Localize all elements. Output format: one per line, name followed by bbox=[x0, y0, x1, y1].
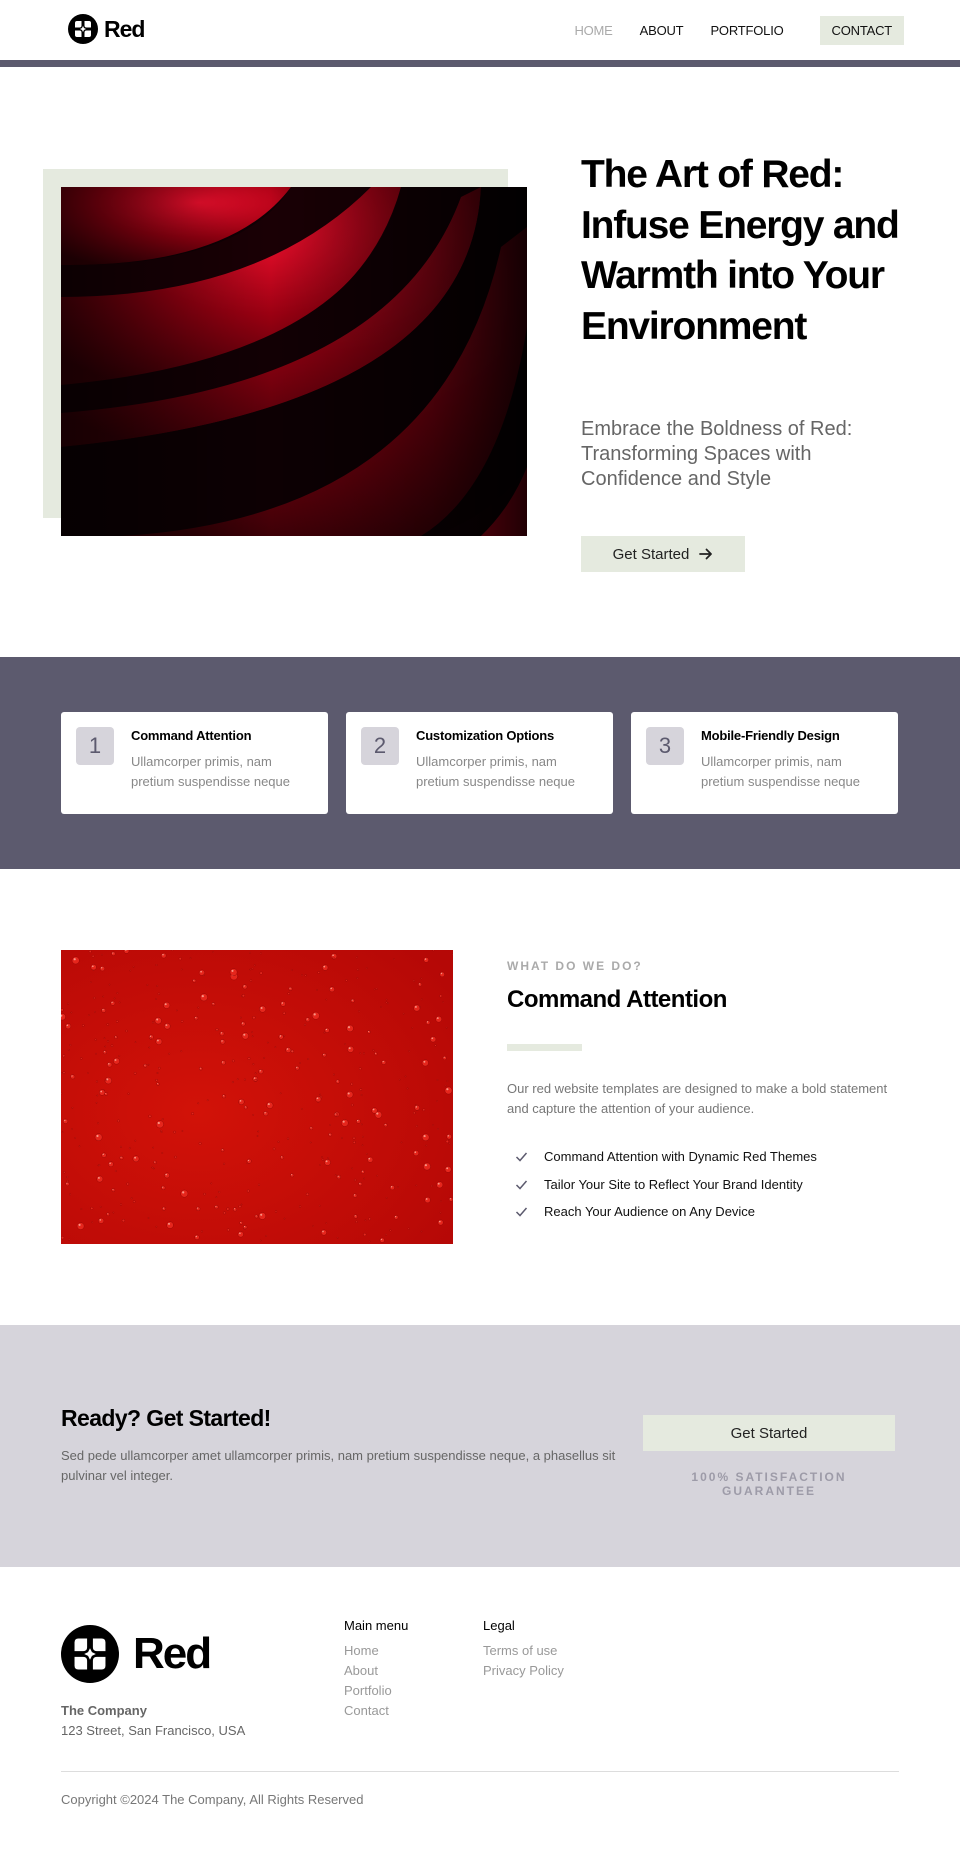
abstract-red-curves-image bbox=[61, 187, 527, 536]
hero-image bbox=[61, 187, 527, 536]
section-description: Our red website templates are designed t… bbox=[507, 1081, 888, 1116]
nav-portfolio[interactable]: PORTFOLIO bbox=[710, 23, 783, 38]
hero-get-started-label: Get Started bbox=[612, 545, 690, 563]
hero-title: The Art of Red: Infuse Energy and Warmth… bbox=[581, 153, 900, 348]
checklist-item-label: Reach Your Audience on Any Device bbox=[544, 1204, 756, 1220]
feature-title: Command Attention bbox=[131, 728, 252, 743]
feature-number-badge: 1 bbox=[76, 727, 114, 765]
footer-divider bbox=[61, 1771, 899, 1772]
feature-card: 3 Mobile-Friendly Design Ullamcorper pri… bbox=[631, 712, 898, 814]
footer-company-name: The Company bbox=[61, 1703, 147, 1718]
footer-brand-logo[interactable]: Red bbox=[61, 1625, 212, 1683]
checklist-item-label: Tailor Your Site to Reflect Your Brand I… bbox=[544, 1176, 803, 1192]
feature-title: Customization Options bbox=[416, 728, 555, 743]
feature-card: 2 Customization Options Ullamcorper prim… bbox=[346, 712, 613, 814]
footer-brand-name: Red bbox=[133, 1629, 212, 1678]
brand-logo[interactable]: Red bbox=[68, 14, 145, 44]
check-icon bbox=[515, 1152, 528, 1162]
footer-main-menu: Main menu Home About Portfolio Contact bbox=[344, 1618, 408, 1721]
site-header: Red HOME ABOUT PORTFOLIO CONTACT bbox=[0, 0, 960, 60]
footer-link-portfolio[interactable]: Portfolio bbox=[344, 1681, 408, 1701]
feature-description: Ullamcorper primis, nam pretium suspendi… bbox=[131, 754, 290, 789]
features-section: 1 Command Attention Ullamcorper primis, … bbox=[0, 657, 960, 869]
header-divider bbox=[0, 60, 960, 67]
cta-title: Ready? Get Started! bbox=[61, 1405, 271, 1431]
checklist-item-label: Command Attention with Dynamic Red Theme… bbox=[544, 1149, 817, 1165]
feature-title: Mobile-Friendly Design bbox=[701, 728, 840, 743]
satisfaction-guarantee: 100% SATISFACTION GUARANTEE bbox=[691, 1470, 847, 1498]
footer-link-contact[interactable]: Contact bbox=[344, 1701, 408, 1721]
footer-link-home[interactable]: Home bbox=[344, 1641, 408, 1661]
nav-about[interactable]: ABOUT bbox=[640, 23, 684, 38]
checklist-item: Reach Your Audience on Any Device bbox=[515, 1198, 817, 1226]
cta-description: Sed pede ullamcorper amet ullamcorper pr… bbox=[61, 1448, 616, 1483]
logo-icon bbox=[61, 1625, 119, 1683]
feature-description: Ullamcorper primis, nam pretium suspendi… bbox=[416, 754, 575, 789]
main-nav: HOME ABOUT PORTFOLIO CONTACT bbox=[547, 16, 904, 45]
nav-contact-button[interactable]: CONTACT bbox=[819, 16, 904, 45]
red-water-droplets-image bbox=[61, 950, 453, 1244]
feature-number-badge: 2 bbox=[361, 727, 399, 765]
checklist-item: Command Attention with Dynamic Red Theme… bbox=[515, 1143, 817, 1171]
hero-get-started-button[interactable]: Get Started bbox=[581, 536, 745, 572]
footer-link-about[interactable]: About bbox=[344, 1661, 408, 1681]
section-title: Command Attention bbox=[507, 986, 727, 1013]
hero-subtitle: Embrace the Boldness of Red: Transformin… bbox=[581, 418, 853, 490]
feature-checklist: Command Attention with Dynamic Red Theme… bbox=[515, 1143, 817, 1226]
footer-link-privacy[interactable]: Privacy Policy bbox=[483, 1661, 564, 1681]
cta-section: Ready? Get Started! Sed pede ullamcorper… bbox=[0, 1325, 960, 1567]
footer-legal-menu: Legal Terms of use Privacy Policy bbox=[483, 1618, 564, 1681]
brand-name: Red bbox=[104, 15, 145, 42]
check-icon bbox=[515, 1207, 528, 1217]
feature-description: Ullamcorper primis, nam pretium suspendi… bbox=[701, 754, 860, 789]
logo-icon bbox=[68, 14, 98, 44]
checklist-item: Tailor Your Site to Reflect Your Brand I… bbox=[515, 1171, 817, 1199]
about-image bbox=[61, 950, 453, 1244]
section-divider bbox=[507, 1044, 582, 1051]
feature-number-badge: 3 bbox=[646, 727, 684, 765]
arrow-right-icon bbox=[699, 548, 713, 560]
footer-link-terms[interactable]: Terms of use bbox=[483, 1641, 564, 1661]
section-eyebrow: WHAT DO WE DO? bbox=[507, 959, 643, 973]
footer-address: 123 Street, San Francisco, USA bbox=[61, 1723, 246, 1738]
feature-card: 1 Command Attention Ullamcorper primis, … bbox=[61, 712, 328, 814]
check-icon bbox=[515, 1180, 528, 1190]
copyright-text: Copyright ©2024 The Company, All Rights … bbox=[61, 1792, 364, 1807]
footer-main-menu-heading: Main menu bbox=[344, 1618, 409, 1633]
cta-get-started-button[interactable]: Get Started bbox=[643, 1415, 895, 1451]
footer-legal-heading: Legal bbox=[483, 1618, 515, 1633]
nav-home[interactable]: HOME bbox=[574, 23, 612, 38]
